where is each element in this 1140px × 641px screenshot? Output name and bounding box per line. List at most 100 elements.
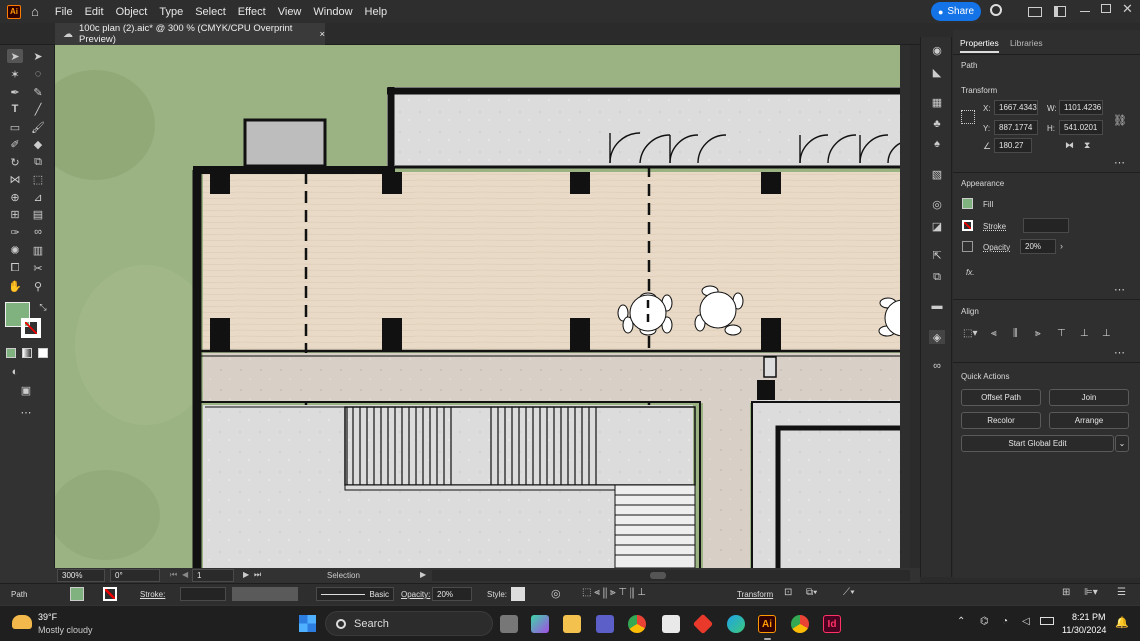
stroke-color-control[interactable] <box>103 587 117 601</box>
puppet-warp-icon[interactable]: ⟋▾ <box>843 587 855 598</box>
line-tool-icon[interactable]: ╱ <box>30 102 46 116</box>
file-explorer-icon[interactable] <box>563 615 581 633</box>
tray-app-icon[interactable]: ⌬ <box>980 616 989 627</box>
constrain-proportions-icon[interactable]: ⛓ <box>1113 114 1127 127</box>
more-tools-icon[interactable]: ⋯ <box>18 405 34 419</box>
opacity-label[interactable]: Opacity <box>983 243 1010 252</box>
gradient-icon[interactable]: ▤ <box>30 207 46 221</box>
join-button[interactable]: Join <box>1049 389 1129 406</box>
graph-tool-icon[interactable]: ▥ <box>30 243 46 257</box>
control-panel-options-icon[interactable]: ⊫▾ <box>1084 587 1098 598</box>
graphic-style-swatch[interactable] <box>511 587 525 601</box>
screen-mode-icon[interactable]: ▣ <box>18 383 34 397</box>
artboard-tool-icon[interactable]: ⧠ <box>7 261 23 275</box>
eyedropper-icon[interactable]: ✑ <box>7 225 23 239</box>
variable-width-profile[interactable] <box>232 587 298 601</box>
align-controls-icon[interactable]: ⬚ ⫷ ⫼ ⫸ ⊤ ⫼ ⊥ <box>582 587 646 598</box>
zoom-tool-icon[interactable]: ⚲ <box>30 279 46 293</box>
selection-tool-icon[interactable]: ➤ <box>7 49 23 63</box>
artboard-field[interactable]: 1 <box>192 569 234 582</box>
search-icon[interactable] <box>990 4 1002 16</box>
fill-color-control[interactable] <box>70 587 84 601</box>
status-menu-icon[interactable]: ▶ <box>420 570 426 579</box>
recolor-button[interactable]: Recolor <box>961 412 1041 429</box>
brush-definition[interactable]: Basic <box>316 587 394 601</box>
menu-type[interactable]: Type <box>159 6 183 18</box>
eraser-icon[interactable]: ◆ <box>30 137 46 151</box>
battery-icon[interactable] <box>1040 617 1054 625</box>
angle-field[interactable]: 180.27 <box>994 138 1032 153</box>
align-bottom-icon[interactable]: ⊥ <box>1102 328 1111 339</box>
shaper-icon[interactable]: ✐ <box>7 137 23 151</box>
close-window-icon[interactable]: ✕ <box>1122 1 1133 17</box>
direct-selection-tool-icon[interactable]: ➤ <box>30 49 46 63</box>
links-icon[interactable]: ∞ <box>929 359 945 373</box>
draw-mode-icon[interactable]: ◐ <box>7 365 23 379</box>
artboards-icon[interactable]: ⧉ <box>929 270 945 284</box>
teams-icon[interactable] <box>596 615 614 633</box>
panel-layout-icon[interactable]: ⊞ <box>1062 587 1070 598</box>
workspace-icon[interactable] <box>1054 6 1066 17</box>
shape-builder-icon[interactable]: ⊕ <box>7 190 23 204</box>
stroke-weight-control[interactable] <box>180 587 226 601</box>
control-menu-icon[interactable]: ☰ <box>1117 587 1126 598</box>
flip-vertical-icon[interactable]: ⧗ <box>1084 140 1090 151</box>
fx-label[interactable]: fx. <box>966 268 974 277</box>
scale-icon[interactable]: ⧉ <box>30 155 46 169</box>
graphic-styles-icon[interactable]: ♠ <box>929 137 945 151</box>
menu-select[interactable]: Select <box>195 6 226 18</box>
symbol-sprayer-icon[interactable]: ✺ <box>7 243 23 257</box>
tab-libraries[interactable]: Libraries <box>1010 38 1043 48</box>
last-artboard-icon[interactable]: ⏭ <box>254 570 261 580</box>
tab-properties[interactable]: Properties <box>960 38 999 53</box>
menu-effect[interactable]: Effect <box>238 6 266 18</box>
stroke-control-label[interactable]: Stroke: <box>140 590 165 599</box>
stroke-weight-field[interactable] <box>1023 218 1069 233</box>
more-options-icon[interactable]: ⋯ <box>1114 283 1125 296</box>
start-global-edit-button[interactable]: Start Global Edit <box>961 435 1114 452</box>
arrange-options-icon[interactable]: ⧉▾ <box>806 587 817 598</box>
opacity-arrow-icon[interactable]: › <box>1060 241 1063 251</box>
layers-icon[interactable]: ◈ <box>929 330 945 344</box>
none-mode-icon[interactable] <box>38 348 48 358</box>
previous-artboard-icon[interactable]: ◀ <box>182 570 188 579</box>
hand-tool-icon[interactable]: ✋ <box>7 279 23 293</box>
isolate-icon[interactable]: ⊡ <box>784 587 792 598</box>
clock-date[interactable]: 11/30/2024 <box>1062 625 1106 635</box>
scrollbar-thumb[interactable] <box>650 572 666 579</box>
notification-bell-icon[interactable]: 🔔 <box>1115 616 1129 629</box>
menu-help[interactable]: Help <box>365 6 388 18</box>
fill-color-swatch[interactable] <box>962 198 973 209</box>
opacity-control-label[interactable]: Opacity: <box>401 590 430 599</box>
chrome-profile-icon[interactable] <box>791 615 809 633</box>
clock-time[interactable]: 8:21 PM <box>1072 612 1106 622</box>
next-artboard-icon[interactable]: ▶ <box>243 570 249 579</box>
global-edit-options-button[interactable]: ⌄ <box>1115 435 1129 452</box>
menu-view[interactable]: View <box>278 6 302 18</box>
restore-icon[interactable] <box>1101 4 1111 13</box>
recolor-artwork-icon[interactable]: ◎ <box>551 587 561 600</box>
canvas-vertical-scrollbar[interactable] <box>900 45 910 568</box>
symbols-icon[interactable]: ♣ <box>929 117 945 131</box>
brushes-icon[interactable]: ▦ <box>929 95 945 109</box>
magic-wand-icon[interactable]: ✶ <box>7 67 23 81</box>
y-field[interactable]: 887.1774 <box>994 120 1038 135</box>
rotate-icon[interactable]: ↻ <box>7 155 23 169</box>
swap-colors-icon[interactable]: ⤡ <box>35 300 51 314</box>
volume-icon[interactable]: ◁ <box>1022 616 1030 627</box>
slice-tool-icon[interactable]: ✂ <box>30 261 46 275</box>
x-field[interactable]: 1667.4343 <box>994 100 1038 115</box>
mesh-icon[interactable]: ⊞ <box>7 207 23 221</box>
layers-icon-2[interactable]: ◪ <box>929 219 945 233</box>
indesign-icon[interactable]: Id <box>823 615 841 633</box>
menu-window[interactable]: Window <box>313 6 352 18</box>
arrange-documents-icon[interactable] <box>1028 7 1042 17</box>
color-panel-icon[interactable]: ◉ <box>929 43 945 57</box>
menu-edit[interactable]: Edit <box>85 6 104 18</box>
weather-icon[interactable] <box>12 615 32 629</box>
align-middle-icon[interactable]: ⊥ <box>1080 328 1089 339</box>
gradient-mode-icon[interactable] <box>22 348 32 358</box>
appearance-panel-icon[interactable]: ◎ <box>929 197 945 211</box>
adobe-app-icon[interactable] <box>692 613 714 635</box>
w-field[interactable]: 1101.4236 <box>1059 100 1103 115</box>
